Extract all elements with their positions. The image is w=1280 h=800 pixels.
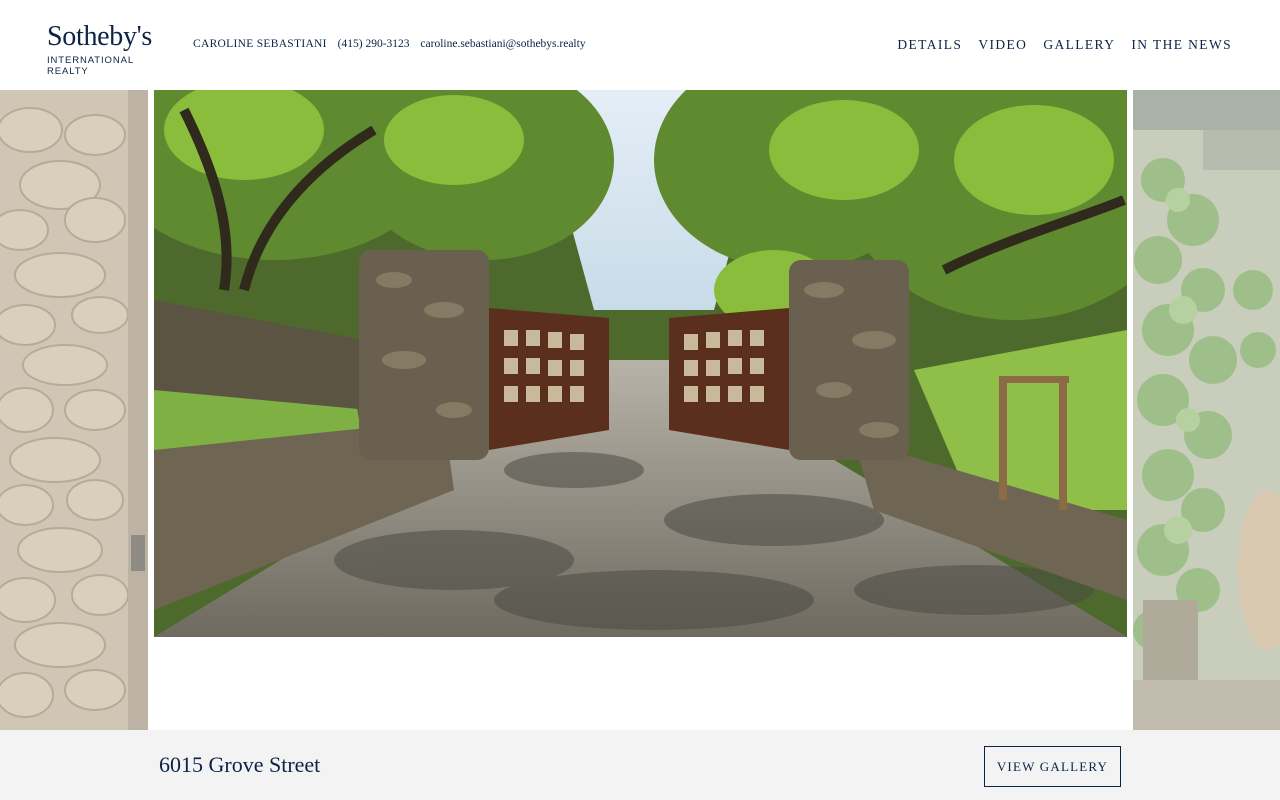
property-address: 6015 Grove Street xyxy=(159,752,321,777)
main-nav: DETAILS VIDEO GALLERY IN THE NEWS xyxy=(897,37,1232,53)
agent-email-link[interactable]: caroline.sebastiani@sothebys.realty xyxy=(420,38,585,50)
logo-wordmark: Sotheby's xyxy=(47,21,153,52)
view-gallery-button[interactable]: VIEW GALLERY xyxy=(984,746,1121,787)
hero-video[interactable] xyxy=(154,90,1127,637)
agent-phone[interactable]: (415) 290-3123 xyxy=(338,38,410,50)
logo-subtitle: INTERNATIONAL REALTY xyxy=(47,55,134,77)
background-stone-wall-left xyxy=(0,90,148,730)
nav-gallery[interactable]: GALLERY xyxy=(1043,37,1115,53)
nav-video[interactable]: VIDEO xyxy=(978,37,1027,53)
site-header: Sotheby's INTERNATIONAL REALTY CAROLINE … xyxy=(0,0,1280,90)
property-footer-bar: 6015 Grove Street VIEW GALLERY xyxy=(0,730,1280,800)
background-ivy-wall-right xyxy=(1133,90,1280,730)
agent-contact: CAROLINE SEBASTIANI (415) 290-3123 carol… xyxy=(193,38,586,50)
nav-details[interactable]: DETAILS xyxy=(897,37,962,53)
sothebys-logo[interactable]: Sotheby's INTERNATIONAL REALTY xyxy=(47,21,177,78)
nav-in-the-news[interactable]: IN THE NEWS xyxy=(1131,37,1232,53)
agent-name: CAROLINE SEBASTIANI xyxy=(193,38,327,50)
